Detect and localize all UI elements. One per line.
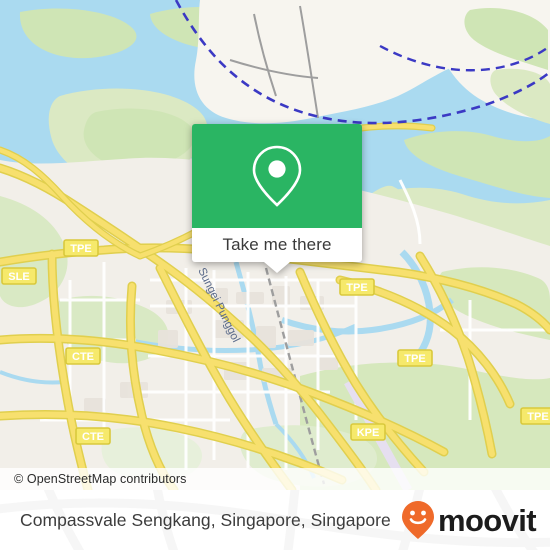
- road-shield-tpe: TPE: [339, 278, 375, 296]
- svg-text:KPE: KPE: [357, 427, 380, 439]
- svg-text:TPE: TPE: [404, 353, 425, 365]
- road-shield-tpe: TPE: [397, 349, 433, 367]
- road-shield-kpe: KPE: [350, 423, 386, 441]
- svg-text:SLE: SLE: [8, 271, 29, 283]
- moovit-logo[interactable]: moovit: [401, 500, 537, 540]
- svg-text:CTE: CTE: [72, 351, 94, 363]
- svg-text:TPE: TPE: [527, 411, 548, 423]
- svg-text:TPE: TPE: [70, 243, 91, 255]
- callout-action[interactable]: Take me there: [192, 228, 362, 262]
- svg-text:TPE: TPE: [346, 282, 367, 294]
- screenshot-root: Sungei Punggol SLE TPE CTE CTE TPE TPE KPE TPE …: [0, 0, 550, 550]
- svg-text:CTE: CTE: [82, 431, 104, 443]
- place-name-label: Compassvale Sengkang, Singapore, Singapo…: [20, 509, 391, 530]
- callout-inner: Take me there: [192, 124, 362, 262]
- callout-header: [192, 124, 362, 228]
- take-me-there-label: Take me there: [222, 235, 332, 254]
- road-shield-sle: SLE: [1, 267, 37, 285]
- map-attribution-bar: © OpenStreetMap contributors: [0, 468, 550, 490]
- footer-row: Compassvale Sengkang, Singapore, Singapo…: [0, 490, 550, 550]
- road-shield-cte: CTE: [65, 347, 101, 365]
- road-shield-tpe: TPE: [520, 407, 550, 425]
- osm-attribution-text: © OpenStreetMap contributors: [14, 472, 187, 486]
- road-shield-cte: CTE: [75, 427, 111, 445]
- callout-pointer: [264, 262, 290, 273]
- moovit-wordmark: moovit: [437, 502, 537, 538]
- footer-bar: Compassvale Sengkang, Singapore, Singapo…: [0, 490, 550, 550]
- moovit-smiley-pin-icon: [401, 501, 434, 539]
- location-callout-card[interactable]: Take me there: [192, 124, 362, 273]
- road-shield-tpe: TPE: [63, 239, 99, 257]
- map-pin-icon: [252, 145, 302, 207]
